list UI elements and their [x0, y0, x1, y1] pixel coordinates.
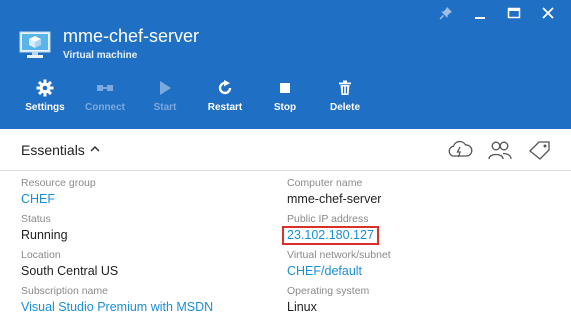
public-ip-value-wrapper: 23.102.180.127 — [282, 226, 391, 245]
trash-icon — [335, 78, 355, 98]
window-controls — [429, 2, 565, 24]
connect-button[interactable]: Connect — [75, 78, 135, 113]
connect-label: Connect — [85, 102, 125, 113]
computer-name-field: Computer name mme-chef-server — [287, 176, 391, 212]
stop-icon — [275, 78, 295, 98]
location-field: Location South Central US — [21, 248, 213, 284]
essentials-title: Essentials — [21, 142, 85, 158]
stop-button[interactable]: Stop — [255, 78, 315, 113]
virtual-machine-icon — [19, 31, 51, 59]
status-value: Running — [21, 228, 68, 242]
os-label: Operating system — [287, 285, 370, 297]
restart-icon — [215, 78, 235, 98]
vm-blade: mme-chef-server Virtual machine Settings… — [0, 0, 571, 317]
tag-icon[interactable] — [527, 139, 553, 161]
cloud-lightning-icon[interactable] — [447, 139, 473, 161]
vnet-link[interactable]: CHEF/default — [287, 262, 391, 280]
users-icon[interactable] — [487, 139, 513, 161]
restart-button[interactable]: Restart — [195, 78, 255, 113]
resource-group-field: Resource group CHEF — [21, 176, 213, 212]
restart-label: Restart — [207, 102, 243, 113]
settings-button[interactable]: Settings — [15, 78, 75, 113]
play-icon — [155, 78, 175, 98]
vnet-label: Virtual network/subnet — [287, 249, 391, 261]
settings-label: Settings — [25, 102, 65, 113]
subscription-link[interactable]: Visual Studio Premium with MSDN — [21, 298, 213, 316]
minimize-icon[interactable] — [463, 2, 497, 24]
delete-label: Delete — [329, 102, 360, 113]
location-value: South Central US — [21, 264, 119, 278]
connect-icon — [95, 78, 115, 98]
subscription-field: Subscription name Visual Studio Premium … — [21, 284, 213, 317]
start-button[interactable]: Start — [135, 78, 195, 113]
os-field: Operating system Linux — [287, 284, 391, 317]
command-bar: Settings Connect Start Restart Stop Dele… — [15, 78, 375, 113]
resource-group-link[interactable]: CHEF — [21, 190, 213, 208]
computer-name-label: Computer name — [287, 177, 363, 189]
maximize-icon[interactable] — [497, 2, 531, 24]
status-label: Status — [21, 213, 51, 225]
public-ip-link[interactable]: 23.102.180.127 — [282, 226, 379, 245]
blade-header: mme-chef-server Virtual machine Settings… — [0, 0, 571, 129]
computer-name-value: mme-chef-server — [287, 192, 382, 206]
stop-label: Stop — [273, 102, 297, 113]
essentials-header[interactable]: Essentials — [0, 129, 571, 171]
public-ip-field: Public IP address 23.102.180.127 — [282, 212, 391, 248]
chevron-up-icon[interactable] — [88, 142, 102, 156]
close-icon[interactable] — [531, 2, 565, 24]
essentials-right-column: Computer name mme-chef-server Public IP … — [282, 176, 391, 317]
public-ip-label: Public IP address — [287, 213, 369, 225]
status-field: Status Running — [21, 212, 213, 248]
pin-icon[interactable] — [429, 2, 463, 24]
start-label: Start — [153, 102, 177, 113]
page-subtitle: Virtual machine — [63, 50, 138, 61]
os-value: Linux — [287, 300, 317, 314]
delete-button[interactable]: Delete — [315, 78, 375, 113]
essentials-actions — [447, 139, 553, 161]
subscription-label: Subscription name — [21, 285, 108, 297]
page-title: mme-chef-server — [63, 26, 200, 46]
vnet-field: Virtual network/subnet CHEF/default — [287, 248, 391, 284]
location-label: Location — [21, 249, 61, 261]
essentials-left-column: Resource group CHEF Status Running Locat… — [21, 176, 213, 317]
resource-group-label: Resource group — [21, 177, 96, 189]
gear-icon — [35, 78, 55, 98]
